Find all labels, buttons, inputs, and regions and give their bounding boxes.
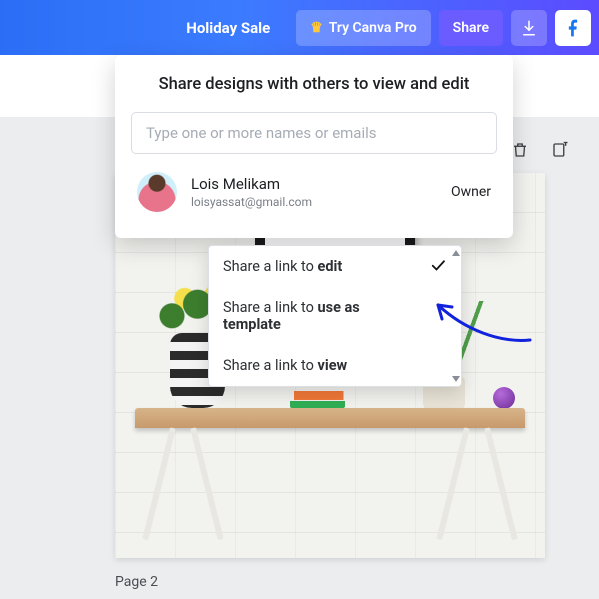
share-link-type-dropdown: Share a link to edit Share a link to use… (208, 245, 462, 387)
page-tools (511, 141, 569, 164)
share-link-option-edit[interactable]: Share a link to edit (209, 246, 461, 287)
desk-leg-right (464, 428, 490, 543)
facebook-button[interactable] (555, 10, 591, 46)
share-button-label: Share (453, 20, 489, 36)
add-page-icon (551, 141, 569, 159)
share-link-option-view[interactable]: Share a link to view (209, 345, 461, 386)
share-button[interactable]: Share (439, 10, 503, 46)
share-owner-row: Lois Melikam loisyassat@gmail.com Owner (131, 172, 497, 212)
option-bold: view (318, 357, 348, 374)
crown-icon: ♛ (310, 20, 323, 36)
delete-page-button[interactable] (511, 141, 529, 164)
facebook-icon (563, 18, 583, 38)
try-canva-pro-label: Try Canva Pro (329, 20, 417, 36)
option-prefix: Share a link to (223, 299, 318, 316)
share-popover-title: Share designs with others to view and ed… (131, 75, 497, 94)
check-icon (429, 256, 447, 278)
desk-leg-left (170, 428, 196, 543)
page-number-label: Page 2 (115, 574, 158, 590)
desk-top (135, 408, 525, 428)
option-prefix: Share a link to (223, 357, 318, 374)
books-graphic (290, 391, 345, 408)
avatar (137, 172, 177, 212)
download-button[interactable] (511, 10, 547, 46)
owner-name: Lois Melikam (191, 175, 437, 193)
owner-role-label: Owner (451, 184, 491, 200)
trash-icon (511, 141, 529, 159)
download-icon (520, 19, 538, 37)
share-recipients-input[interactable] (131, 112, 497, 154)
option-prefix: Share a link to (223, 258, 318, 275)
add-page-button[interactable] (551, 141, 569, 164)
share-link-option-template[interactable]: Share a link to use as template (209, 287, 461, 345)
share-popover: Share designs with others to view and ed… (115, 55, 513, 238)
owner-email: loisyassat@gmail.com (191, 195, 437, 209)
option-bold: edit (318, 258, 343, 275)
holiday-sale-label: Holiday Sale (186, 19, 270, 37)
purple-sphere (493, 387, 515, 409)
top-toolbar: Holiday Sale ♛ Try Canva Pro Share (0, 0, 599, 55)
try-canva-pro-button[interactable]: ♛ Try Canva Pro (296, 10, 430, 46)
